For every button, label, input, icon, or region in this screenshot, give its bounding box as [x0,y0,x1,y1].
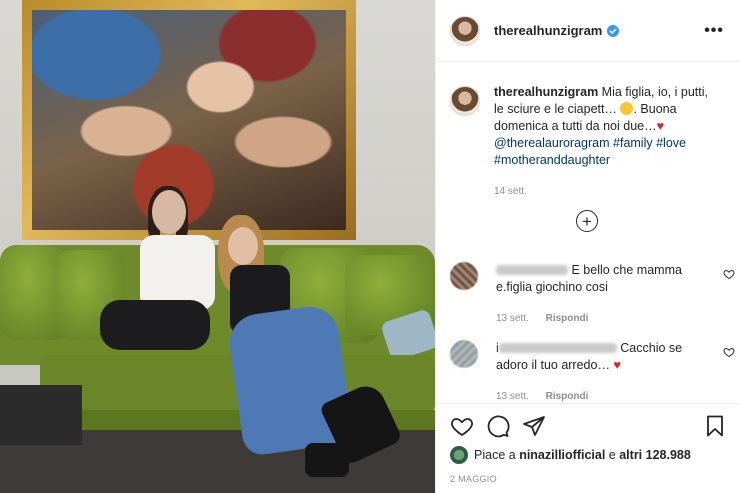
commenter-username-blurred[interactable] [498,343,617,353]
reply-button[interactable]: Rispondi [546,313,589,324]
heart-icon[interactable] [450,414,474,438]
plus-circle-icon: + [582,211,592,231]
author-username[interactable]: therealhunzigram [494,23,602,38]
likes-summary: Piace a ninazilliofficial e altri 128.98… [436,438,740,464]
likes-count-link[interactable]: altri 128.988 [619,448,691,462]
comment-icon[interactable] [486,414,510,438]
commenter-username-blurred[interactable] [496,265,568,275]
liker-avatar[interactable] [450,446,468,464]
caption-username[interactable]: therealhunzigram [494,85,598,99]
caption-hashtag[interactable]: #family [613,136,653,150]
photo-table [0,385,82,445]
likes-connector: e [608,448,616,462]
share-icon[interactable] [522,414,546,438]
caption-timestamp[interactable]: 14 sett. [494,183,714,200]
comment-time[interactable]: 13 sett. [496,391,529,402]
comment-like-heart-icon[interactable] [723,268,735,280]
photo-person-mother [190,215,410,477]
bookmark-icon[interactable] [703,414,727,438]
more-options-button[interactable]: ••• [704,22,724,40]
heart-emoji-icon: ♥ [613,358,621,372]
post-actions: Piace a ninazilliofficial e altri 128.98… [436,403,740,493]
post-caption: therealhunzigram Mia figlia, io, i putti… [436,62,740,200]
heart-emoji-icon: ♥ [656,119,665,133]
comment-time[interactable]: 13 sett. [496,313,529,324]
load-more-comments-button[interactable]: + [576,210,598,232]
comment-item: E bello che mamma e.figlia giochino cosi… [450,262,735,327]
post-header: therealhunzigram ••• [436,0,740,62]
caption-avatar[interactable] [450,86,480,116]
caption-hashtag[interactable]: #motheranddaughter [494,153,610,167]
laughing-emoji-icon [620,102,634,115]
likes-prefix: Piace a [474,448,516,462]
post-photo[interactable] [0,0,435,493]
commenter-avatar[interactable] [450,262,478,290]
commenter-avatar[interactable] [450,340,478,368]
post-date[interactable]: 2 MAGGIO [436,464,740,484]
reply-button[interactable]: Rispondi [546,391,589,402]
verified-icon [607,24,620,37]
comment-item: i Cacchio se adoro il tuo arredo… ♥ 13 s… [450,340,735,405]
caption-hashtag[interactable]: #love [656,136,686,150]
post-sidebar: therealhunzigram ••• therealhunzigram Mi… [435,0,740,493]
author-avatar[interactable] [450,15,480,46]
comment-like-heart-icon[interactable] [723,346,735,358]
caption-mention[interactable]: @therealauroragram [494,136,610,150]
liker-username[interactable]: ninazilliofficial [519,448,605,462]
